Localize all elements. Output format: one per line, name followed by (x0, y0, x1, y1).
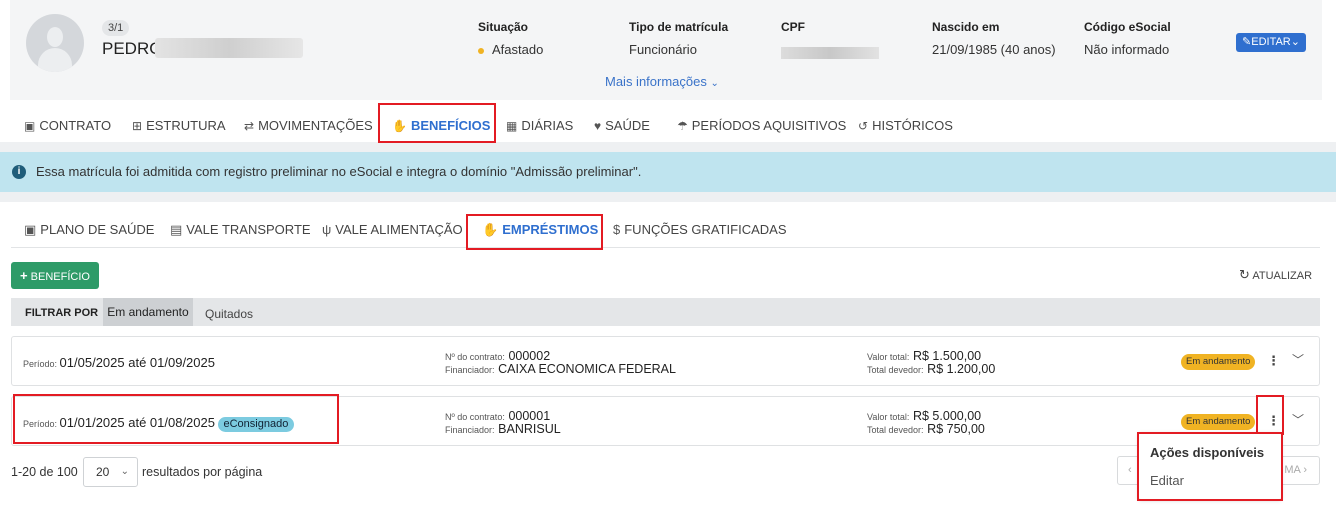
status-dot-icon (478, 47, 484, 54)
refresh-icon: ↻ (1239, 267, 1250, 282)
record-count-badge: 3/1 (102, 20, 130, 36)
edit-button[interactable]: ✎EDITAR⌄ (1236, 33, 1306, 52)
status-badge: Em andamento (1181, 414, 1256, 430)
avatar (26, 14, 84, 72)
swap-icon: ⇄ (244, 119, 255, 133)
chevron-down-icon[interactable]: ﹀ (1292, 351, 1304, 368)
field-nascido-em: Nascido em 21/09/1985 (40 anos) (932, 20, 1056, 57)
dollar-icon: $ (613, 222, 621, 237)
field-situacao: Situação Afastado (478, 20, 544, 57)
bus-icon: ▤ (170, 222, 183, 237)
plus-icon: + (20, 268, 28, 283)
tab-saude[interactable]: ♥ SAÚDE (594, 118, 650, 133)
medkit-icon: ▣ (24, 222, 37, 237)
loan-card[interactable]: Período: 01/05/2025 até 01/09/2025 Nº do… (11, 336, 1320, 386)
chevron-right-icon: › (1303, 464, 1307, 476)
utensils-icon: ψ (322, 222, 332, 237)
next-page-button[interactable]: MA › (1284, 464, 1307, 476)
tab-historicos[interactable]: ↺ HISTÓRICOS (858, 118, 953, 133)
employee-name: PEDRO (102, 39, 163, 58)
kebab-menu-icon[interactable]: ⋮ (1267, 353, 1280, 369)
tab-periodos-aquisitivos[interactable]: ☂ PERÍODOS AQUISITIVOS (677, 118, 846, 133)
more-info-link[interactable]: Mais informações ⌄ (605, 74, 719, 89)
field-cpf: CPF (781, 20, 879, 59)
subtab-plano-saude[interactable]: ▣ PLANO DE SAÚDE (24, 222, 154, 238)
redacted-cpf (781, 47, 879, 59)
hierarchy-icon: ⊞ (132, 119, 143, 133)
tab-diarias[interactable]: ▦ DIÁRIAS (506, 118, 573, 133)
prev-page-icon[interactable]: ‹ (1128, 464, 1132, 476)
tab-contrato[interactable]: ▣ CONTRATO (24, 118, 111, 133)
highlight-period-row (13, 394, 339, 444)
chevron-down-icon: ⌄ (120, 466, 129, 477)
chevron-down-icon[interactable]: ﹀ (1292, 411, 1304, 428)
badge-icon: ▣ (24, 119, 36, 133)
subtab-vale-alimentacao[interactable]: ψ VALE ALIMENTAÇÃO (322, 222, 463, 237)
pagination-range: 1-20 de 100 (11, 465, 78, 479)
highlight-beneficios-tab (378, 103, 496, 143)
info-alert: i Essa matrícula foi admitida com regist… (0, 152, 1336, 192)
status-badge: Em andamento (1181, 354, 1256, 370)
add-benefit-button[interactable]: + BENEFÍCIO (11, 262, 99, 289)
avatar-head (47, 27, 63, 47)
chevron-down-icon: ⌄ (710, 78, 719, 89)
subtab-funcoes-gratificadas[interactable]: $ FUNÇÕES GRATIFICADAS (613, 222, 787, 237)
filter-bar: FILTRAR POR Em andamento Quitados (11, 298, 1320, 326)
refresh-button[interactable]: ↻ ATUALIZAR (1239, 267, 1312, 283)
employee-summary: 3/1 PEDRO Situação Afastado Tipo de matr… (10, 0, 1322, 100)
redacted-surname (155, 38, 303, 58)
per-page-label: resultados por página (142, 465, 263, 479)
benefits-panel: ▣ PLANO DE SAÚDE ▤ VALE TRANSPORTE ψ VALE A… (0, 202, 1336, 514)
umbrella-beach-icon: ☂ (677, 119, 688, 133)
field-tipo-matricula: Tipo de matrícula Funcionário (629, 20, 729, 57)
heart-pulse-icon: ♥ (594, 119, 602, 133)
building-icon: ▦ (506, 119, 518, 133)
chevron-down-icon: ⌄ (1290, 36, 1300, 48)
subtab-vale-transporte[interactable]: ▤ VALE TRANSPORTE (170, 222, 311, 238)
avatar-body (38, 48, 72, 72)
per-page-select[interactable]: 20 ⌄ (83, 457, 138, 487)
tab-movimentacoes[interactable]: ⇄ MOVIMENTAÇÕES (244, 118, 373, 133)
highlight-actions-menu (1137, 432, 1283, 501)
info-icon: i (12, 165, 26, 179)
filter-label: FILTRAR POR (25, 307, 99, 319)
highlight-emprestimos-tab (466, 214, 603, 250)
filter-option-quitados[interactable]: Quitados (205, 307, 253, 321)
subtabs-divider (11, 247, 1320, 248)
field-codigo-esocial: Código eSocial Não informado (1084, 20, 1171, 57)
highlight-kebab (1256, 395, 1284, 435)
tab-estrutura[interactable]: ⊞ ESTRUTURA (132, 118, 226, 133)
main-tabs: ▣ CONTRATO ⊞ ESTRUTURA ⇄ MOVIMENTAÇÕES ✋ BEN… (0, 104, 1336, 142)
history-icon: ↺ (858, 119, 869, 133)
filter-option-em-andamento[interactable]: Em andamento (103, 298, 193, 326)
pencil-icon: ✎ (1242, 36, 1252, 48)
employee-header: 3/1 PEDRO Situação Afastado Tipo de matr… (0, 0, 1336, 142)
